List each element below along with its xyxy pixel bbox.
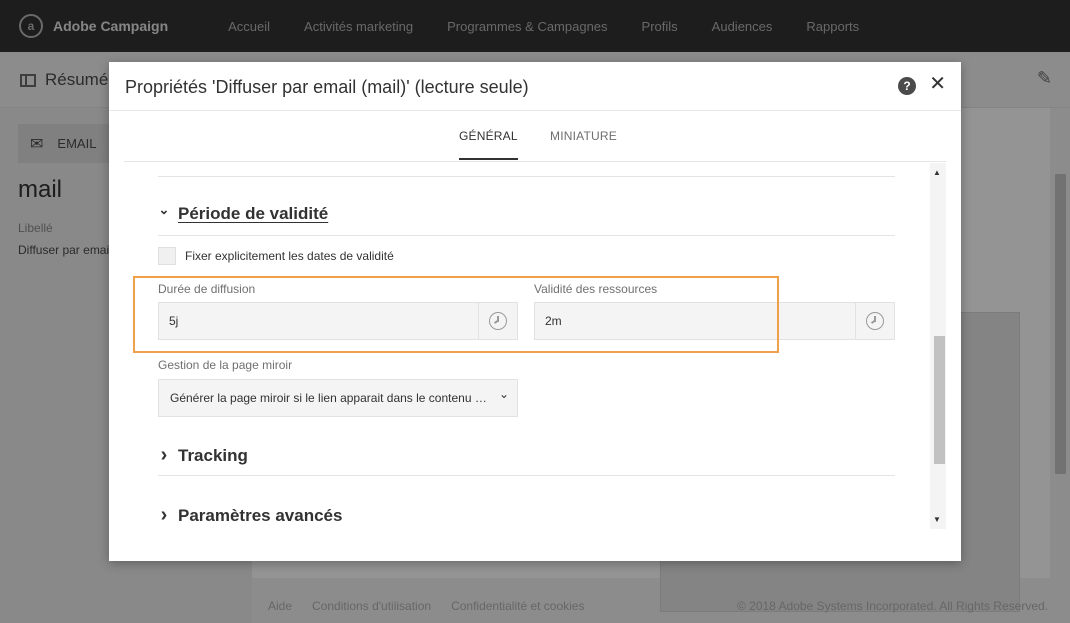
validite-clock-button[interactable] (855, 303, 894, 339)
properties-dialog: Propriétés 'Diffuser par email (mail)' (… (109, 62, 961, 561)
close-icon[interactable]: ✕ (929, 74, 946, 94)
section-validity-title: Période de validité (178, 204, 329, 223)
section-tracking-header[interactable]: › Tracking (158, 444, 248, 467)
section-validity-header[interactable]: ⌄ Période de validité (158, 202, 329, 224)
chevron-down-icon: ⌄ (158, 202, 170, 217)
section-advanced-header[interactable]: › Paramètres avancés (158, 504, 343, 527)
dialog-tabs: GÉNÉRAL MINIATURE (124, 112, 946, 162)
chevron-right-icon: › (160, 504, 168, 526)
divider (158, 235, 895, 236)
dialog-scroll-thumb[interactable] (934, 336, 945, 464)
tab-general[interactable]: GÉNÉRAL (459, 129, 518, 160)
chevron-down-icon: ⌄ (498, 387, 510, 401)
highlight-box (133, 276, 779, 353)
dialog-title: Propriétés 'Diffuser par email (mail)' (… (125, 77, 529, 97)
dialog-content: ⌄ Période de validité Fixer explicitemen… (124, 163, 946, 561)
section-advanced-title: Paramètres avancés (178, 505, 343, 525)
dialog-header: Propriétés 'Diffuser par email (mail)' (… (109, 62, 961, 111)
clock-icon (866, 312, 884, 330)
help-icon[interactable]: ? (898, 77, 916, 95)
mirror-page-select[interactable]: Générer la page miroir si le lien appara… (158, 379, 518, 417)
scroll-down-icon[interactable]: ▼ (933, 515, 941, 524)
explicit-dates-option[interactable]: Fixer explicitement les dates de validit… (158, 247, 394, 265)
scroll-up-icon[interactable]: ▲ (933, 168, 941, 177)
dialog-scrollbar[interactable]: ▲ ▼ (930, 163, 946, 529)
chevron-right-icon: › (160, 444, 168, 466)
explicit-dates-checkbox[interactable] (158, 247, 176, 265)
mirror-label: Gestion de la page miroir (158, 358, 293, 372)
mirror-page-value: Générer la page miroir si le lien appara… (170, 391, 491, 405)
divider (158, 176, 895, 177)
explicit-dates-label: Fixer explicitement les dates de validit… (185, 249, 394, 263)
tab-miniature[interactable]: MINIATURE (550, 129, 617, 143)
divider (158, 475, 895, 476)
section-tracking-title: Tracking (178, 445, 248, 465)
